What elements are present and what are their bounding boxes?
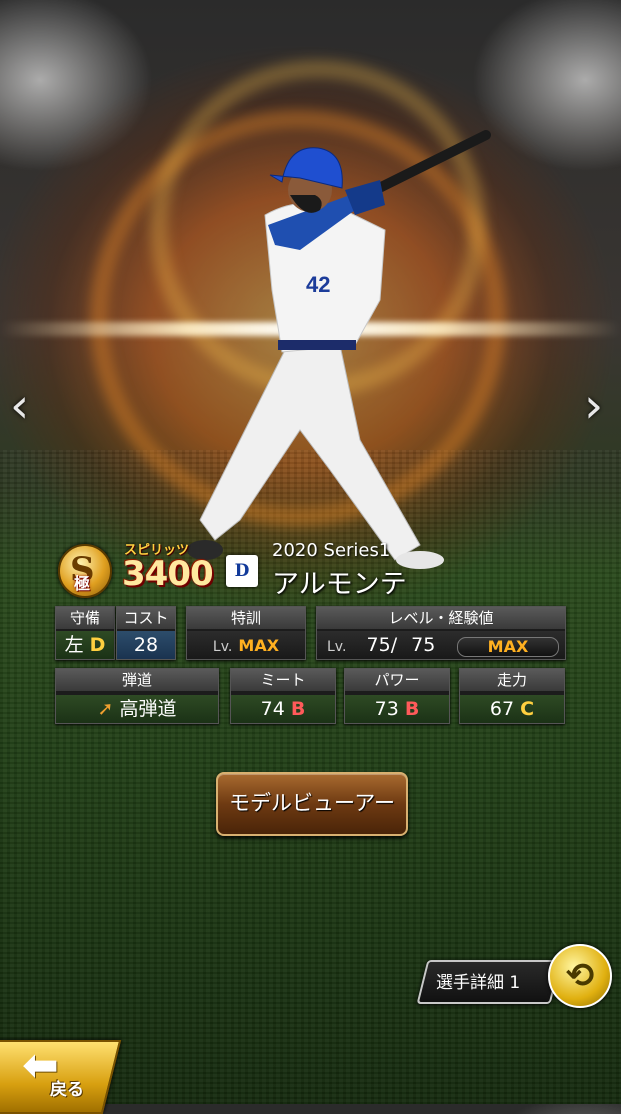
prev-arrow[interactable]: ‹ bbox=[10, 378, 29, 434]
fielding-hand: 左 bbox=[64, 634, 84, 656]
speed-number: 67 bbox=[489, 698, 515, 720]
model-viewer-button[interactable]: モデルビューアー bbox=[216, 772, 408, 836]
fielding-panel: 守備 左 D bbox=[55, 606, 115, 660]
training-label: 特訓 bbox=[187, 607, 305, 629]
power-label: パワー bbox=[345, 669, 449, 691]
meet-label: ミート bbox=[231, 669, 335, 691]
speed-grade: C bbox=[520, 698, 535, 720]
fielding-label: 守備 bbox=[56, 607, 114, 629]
meet-panel: ミート 74 B bbox=[230, 668, 336, 724]
trajectory-text: 高弾道 bbox=[119, 698, 177, 720]
team-logo-icon: D bbox=[226, 555, 258, 587]
team-logo-mark: D bbox=[234, 561, 250, 581]
training-panel: 特訓 Lv. MAX bbox=[186, 606, 306, 660]
exp-bar: MAX bbox=[457, 637, 559, 657]
trajectory-arrow-icon: ➚ bbox=[97, 698, 114, 720]
cost-value: 28 bbox=[117, 631, 175, 659]
back-label[interactable]: 戻る bbox=[50, 1075, 84, 1100]
level-label: レベル・経験値 bbox=[317, 607, 565, 629]
meet-grade: B bbox=[290, 698, 306, 720]
series-label: 2020 Series1 bbox=[272, 540, 391, 561]
meet-number: 74 bbox=[260, 698, 285, 720]
speed-value: 67 C bbox=[460, 695, 564, 723]
trajectory-panel: 弾道 ➚ 高弾道 bbox=[55, 668, 219, 724]
level-panel: レベル・経験値 Lv. 75/ 75 MAX bbox=[316, 606, 566, 660]
speed-panel: 走力 67 C bbox=[459, 668, 565, 724]
swap-button[interactable]: ⟲ bbox=[548, 944, 612, 1008]
training-value: Lv. MAX bbox=[187, 631, 305, 659]
cost-label: コスト bbox=[117, 607, 175, 629]
power-number: 73 bbox=[374, 698, 399, 720]
level-max: 75 bbox=[411, 634, 436, 656]
next-arrow[interactable]: › bbox=[584, 378, 603, 434]
fielding-grade: D bbox=[89, 634, 106, 656]
player-detail-label[interactable]: 選手詳細 1 bbox=[436, 968, 520, 993]
level-current: 75 bbox=[366, 634, 391, 656]
player-image: 42 bbox=[187, 130, 491, 569]
uniform-number: 42 bbox=[306, 272, 330, 297]
swap-icon: ⟲ bbox=[565, 956, 595, 996]
trajectory-value: ➚ 高弾道 bbox=[56, 695, 218, 723]
power-panel: パワー 73 B bbox=[344, 668, 450, 724]
level-separator: / bbox=[390, 634, 398, 656]
power-value: 73 B bbox=[345, 695, 449, 723]
training-max: MAX bbox=[238, 636, 280, 655]
power-grade: B bbox=[404, 698, 420, 720]
speed-label: 走力 bbox=[460, 669, 564, 691]
cost-panel: コスト 28 bbox=[116, 606, 176, 660]
rank-suffix: 極 bbox=[74, 574, 91, 593]
trajectory-label: 弾道 bbox=[56, 669, 218, 691]
meet-value: 74 B bbox=[231, 695, 335, 723]
training-lv-prefix: Lv. bbox=[212, 639, 233, 655]
fielding-value: 左 D bbox=[56, 631, 114, 659]
player-name: アルモンテ bbox=[272, 569, 407, 600]
level-lv-prefix: Lv. bbox=[327, 639, 347, 655]
spirits-value: 3400 bbox=[122, 554, 214, 594]
exp-bar-max: MAX bbox=[487, 637, 529, 656]
